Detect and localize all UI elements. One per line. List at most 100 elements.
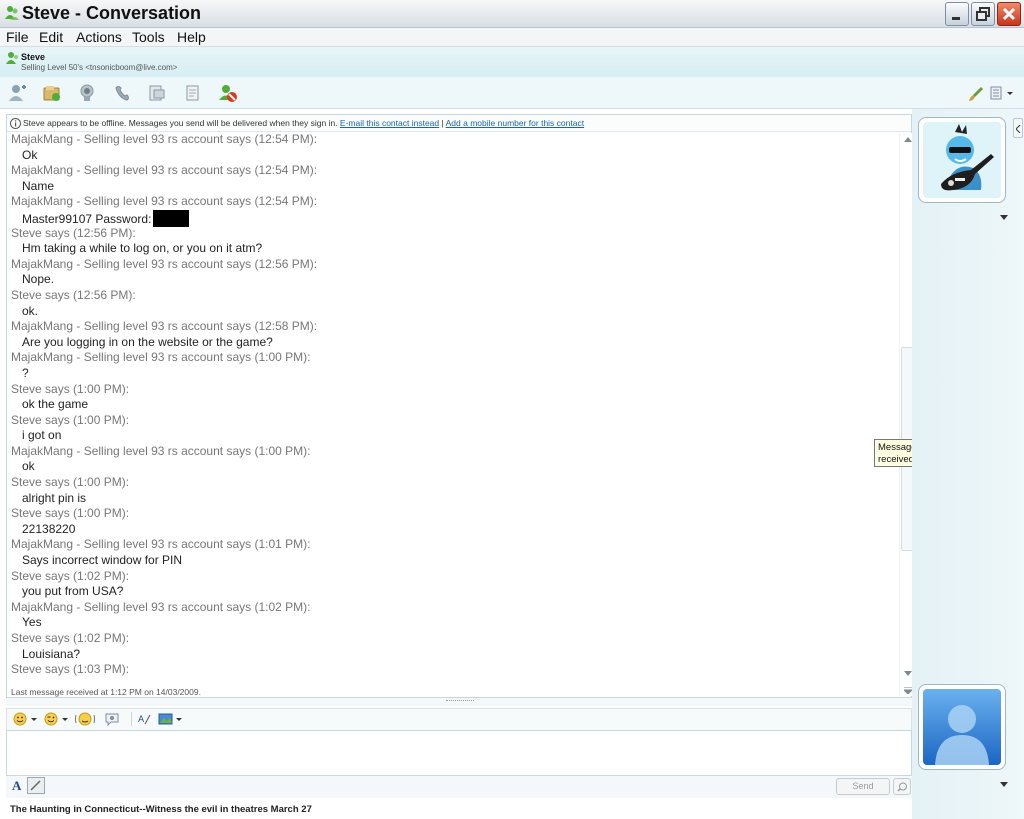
message-body: 22138220 [11, 522, 891, 538]
my-display-picture[interactable] [918, 684, 1006, 770]
message-text: you put from USA? [22, 584, 124, 599]
message-body: ok [11, 459, 891, 475]
message-sender: MajakMang - Selling level 93 rs account … [11, 132, 318, 146]
restore-button[interactable] [971, 2, 995, 26]
send-button[interactable]: Send [836, 778, 890, 795]
menu-tools[interactable]: Tools [132, 29, 165, 45]
conversation-history[interactable]: Steve appears to be offline. Messages yo… [6, 114, 915, 698]
share-icon[interactable] [147, 83, 167, 103]
message-text: ok. [22, 303, 39, 318]
scroll-down-icon[interactable] [904, 671, 912, 677]
message-text: ok the game [22, 397, 89, 412]
compose-toolbar-divider [131, 712, 132, 726]
message-sender: MajakMang - Selling level 93 rs account … [11, 163, 318, 178]
message-text: Hm taking a while to log on, or you on i… [22, 241, 263, 256]
menu-edit[interactable]: Edit [39, 29, 63, 45]
menu-actions[interactable]: Actions [76, 29, 122, 45]
add-mobile-number-link[interactable]: Add a mobile number for this contact [446, 118, 584, 128]
menu-file[interactable]: File [6, 29, 29, 45]
compose-footer: A Send [6, 776, 912, 798]
webcam-icon[interactable] [78, 83, 98, 103]
message-sender: Steve says (1:00 PM): [11, 381, 130, 396]
message-sender: MajakMang - Selling level 93 rs account … [11, 537, 311, 552]
pane-splitter[interactable] [6, 698, 912, 706]
menu-options-icon[interactable] [990, 86, 1016, 100]
message-text: Louisiana? [22, 646, 81, 661]
message-body: Hm taking a while to log on, or you on i… [11, 241, 891, 257]
message-sender: MajakMang - Selling level 93 rs account … [11, 194, 318, 209]
voice-clip-icon[interactable] [104, 712, 120, 726]
message-sender: Steve says (1:02 PM): [11, 631, 130, 645]
minimize-button[interactable] [945, 2, 969, 26]
message-body: i got on [11, 428, 891, 444]
advertisement-text[interactable]: The Haunting in Connecticut--Witness the… [10, 804, 312, 815]
message-sender: Steve says (1:00 PM): [11, 412, 130, 427]
message-body: Are you logging in on the website or the… [11, 335, 891, 351]
handwrite-mode-icon[interactable] [27, 777, 45, 794]
messenger-icon [5, 6, 19, 20]
message-list: MajakMang - Selling level 93 rs account … [11, 132, 891, 678]
message-text: ? [22, 365, 29, 380]
scroll-end-icon[interactable] [904, 687, 912, 694]
message-sender: Steve says (1:00 PM): [11, 506, 130, 521]
message-text: 22138220 [22, 521, 76, 536]
wink-icon[interactable] [44, 712, 70, 726]
activities-icon[interactable] [183, 83, 203, 103]
call-icon[interactable] [113, 83, 133, 103]
collapse-panel-button[interactable] [1013, 118, 1023, 138]
svg-text:A: A [138, 715, 145, 725]
invite-contact-icon[interactable] [8, 83, 28, 103]
background-icon[interactable] [158, 712, 184, 726]
contact-picture-dropdown-icon[interactable] [1000, 215, 1008, 221]
email-contact-link[interactable]: E-mail this contact instead [340, 118, 439, 128]
paintbrush-icon[interactable] [968, 86, 984, 102]
nudge-icon[interactable] [75, 712, 95, 726]
contact-header: Steve Selling Level 50's <tnsonicboom@li… [0, 47, 1024, 77]
message-sender: Steve says (12:56 PM): [11, 225, 136, 240]
message-sender: Steve says (1:03 PM): [11, 662, 130, 677]
message-body: Yes [11, 615, 891, 631]
close-icon [1002, 7, 1016, 21]
message-body: Master99107 Password: [11, 209, 891, 227]
restore-icon [976, 7, 990, 21]
emoticon-icon[interactable] [13, 712, 39, 726]
message-sender: MajakMang - Selling level 93 rs account … [11, 256, 318, 271]
contact-display-picture[interactable] [918, 117, 1006, 203]
message-input[interactable] [6, 730, 912, 776]
window-title: Steve - Conversation [22, 3, 202, 23]
toolbar [0, 77, 1024, 109]
message-body: Name [11, 179, 891, 195]
message-text: Are you logging in on the website or the… [22, 334, 273, 349]
scroll-up-icon[interactable] [904, 136, 912, 142]
menu-help[interactable]: Help [177, 29, 206, 45]
close-button[interactable] [997, 2, 1021, 26]
message-sender: Steve says (1:00 PM): [11, 475, 130, 490]
offline-info-bar: Steve appears to be offline. Messages yo… [7, 115, 911, 132]
handwriting-icon[interactable]: A [138, 712, 152, 726]
contact-status-icon [6, 52, 18, 64]
offline-message: Steve appears to be offline. Messages yo… [23, 118, 338, 128]
message-text: alright pin is [22, 490, 87, 505]
my-picture-dropdown-icon[interactable] [1000, 782, 1008, 788]
splitter-grip[interactable] [446, 700, 474, 703]
info-icon [10, 118, 21, 129]
message-body: Louisiana? [11, 647, 891, 663]
message-text: i got on [22, 428, 62, 443]
block-contact-icon[interactable] [218, 83, 238, 103]
message-sender: MajakMang - Selling level 93 rs account … [11, 443, 311, 458]
message-text: Name [22, 178, 55, 193]
send-files-icon[interactable] [42, 83, 62, 103]
message-sender: MajakMang - Selling level 93 rs account … [11, 599, 311, 614]
message-body: ok. [11, 304, 891, 320]
font-button[interactable]: A [12, 778, 21, 794]
message-text: ok [22, 459, 35, 474]
message-body: you put from USA? [11, 584, 891, 600]
message-sender: Steve says (1:02 PM): [11, 568, 130, 583]
menu-bar: File Edit Actions Tools Help [0, 28, 1024, 47]
send-options-button[interactable] [893, 778, 911, 795]
message-body: alright pin is [11, 491, 891, 507]
redacted-password [153, 209, 190, 227]
contact-personal-message: Selling Level 50's <tnsonicboom@live.com… [21, 63, 178, 72]
chevron-left-icon [1016, 125, 1021, 133]
message-text: Nope. [22, 272, 55, 287]
